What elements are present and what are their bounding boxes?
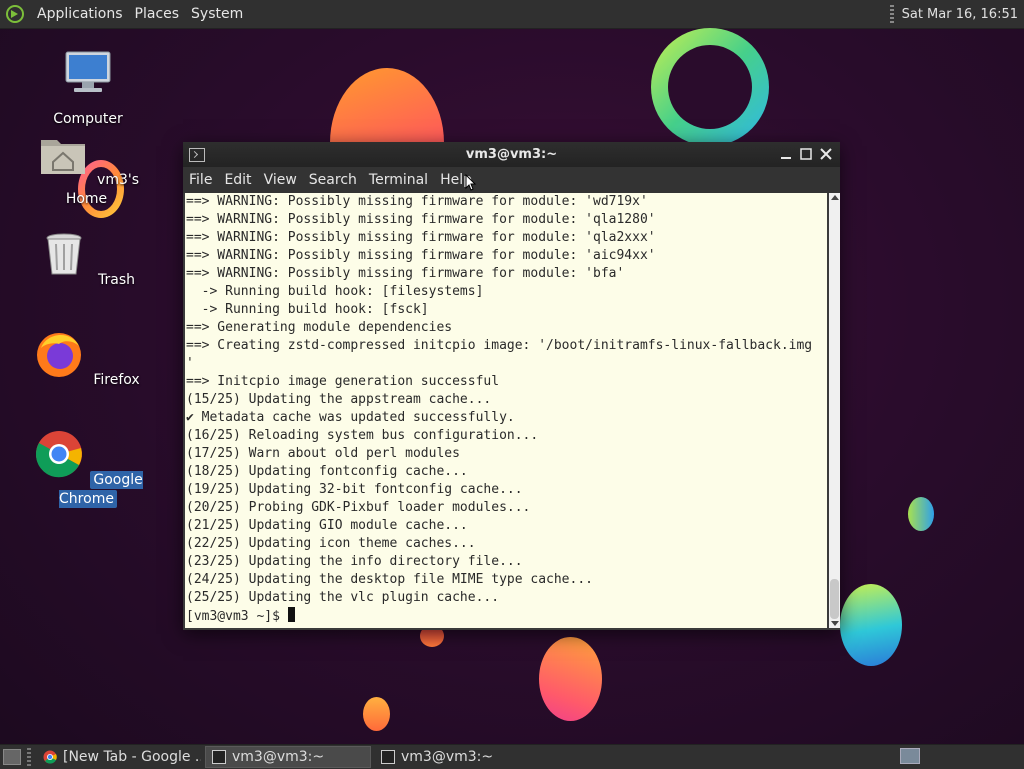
terminal-line: ==> Creating zstd-compressed initcpio im… — [186, 338, 813, 353]
terminal-output[interactable]: ==> WARNING: Possibly missing firmware f… — [185, 193, 827, 628]
desktop-icon-trash[interactable]: Trash — [33, 228, 143, 288]
workspace-switcher[interactable] — [900, 748, 920, 764]
clock-area: Sat Mar 16, 16:51 — [889, 0, 1018, 28]
terminal-line: ==> WARNING: Possibly missing firmware f… — [186, 266, 625, 281]
window-titlebar[interactable]: vm3@vm3:~ — [183, 142, 840, 167]
text-cursor — [287, 607, 295, 622]
taskbar-item-label: vm3@vm3:~ — [232, 749, 325, 765]
panel-handle[interactable] — [27, 748, 31, 766]
menu-terminal[interactable]: Terminal — [363, 172, 434, 188]
taskbar-item-terminal[interactable]: vm3@vm3:~ — [375, 746, 541, 768]
terminal-line: ==> WARNING: Possibly missing firmware f… — [186, 212, 656, 227]
mate-logo-icon[interactable] — [5, 4, 25, 24]
desktop-icon-label: Trash — [98, 272, 136, 288]
system-menu[interactable]: System — [185, 6, 249, 22]
terminal-icon[interactable] — [189, 148, 205, 162]
terminal-line: -> Running build hook: [fsck] — [186, 302, 429, 317]
terminal-line: (17/25) Warn about old perl modules — [186, 446, 460, 461]
terminal-line: (16/25) Reloading system bus configurati… — [186, 428, 539, 443]
desktop-icon-firefox[interactable]: Firefox — [33, 328, 143, 388]
chrome-icon — [43, 750, 57, 764]
close-button[interactable] — [818, 146, 834, 162]
firefox-icon — [37, 333, 82, 377]
desktop-icon-computer[interactable]: Computer — [33, 48, 143, 127]
terminal-prompt: [vm3@vm3 ~]$ — [186, 609, 288, 624]
desktop-icon-home[interactable]: vm3's Home — [33, 128, 143, 207]
terminal-line: ' — [186, 356, 194, 371]
close-icon — [820, 148, 832, 160]
wallpaper-shape — [840, 584, 902, 666]
computer-icon — [65, 51, 111, 92]
menu-search[interactable]: Search — [303, 172, 363, 188]
terminal-line: (23/25) Updating the info directory file… — [186, 554, 523, 569]
minimize-icon — [781, 157, 791, 159]
maximize-icon — [800, 148, 812, 160]
taskbar-item-terminal-active[interactable]: vm3@vm3:~ — [205, 746, 371, 768]
terminal-line: ==> Initcpio image generation successful — [186, 374, 500, 389]
terminal-icon — [381, 750, 395, 764]
taskbar-item-label: vm3@vm3:~ — [401, 749, 494, 765]
terminal-line: (22/25) Updating icon theme caches... — [186, 536, 476, 551]
wallpaper-shape — [908, 497, 934, 531]
window-title: vm3@vm3:~ — [465, 147, 558, 162]
maximize-button[interactable] — [798, 146, 814, 162]
terminal-line: (25/25) Updating the vlc plugin cache... — [186, 590, 500, 605]
clock[interactable]: Sat Mar 16, 16:51 — [902, 7, 1018, 22]
desktop-icon-chrome[interactable]: Google Chrome — [33, 428, 143, 508]
minimize-button[interactable] — [778, 146, 794, 162]
terminal-menubar: File Edit View Search Terminal Help — [183, 167, 840, 193]
places-menu[interactable]: Places — [129, 6, 186, 22]
trash-icon — [46, 233, 82, 275]
terminal-scrollbar[interactable] — [829, 193, 840, 628]
terminal-line: -> Running build hook: [filesystems] — [186, 284, 484, 299]
applications-menu[interactable]: Applications — [31, 6, 129, 22]
chrome-icon — [36, 431, 83, 478]
terminal-line: (18/25) Updating fontconfig cache... — [186, 464, 468, 479]
window-controls — [778, 146, 834, 162]
terminal-window: vm3@vm3:~ File Edit View Search Terminal… — [183, 142, 840, 630]
terminal-line: (19/25) Updating 32-bit fontconfig cache… — [186, 482, 523, 497]
menu-view[interactable]: View — [258, 172, 303, 188]
terminal-line: (15/25) Updating the appstream cache... — [186, 392, 492, 407]
wallpaper-shape — [363, 697, 390, 731]
terminal-line: ==> WARNING: Possibly missing firmware f… — [186, 248, 656, 263]
wallpaper-shape — [539, 637, 602, 721]
wallpaper-ring — [651, 28, 769, 146]
taskbar-item-label: [New Tab - Google ... — [63, 749, 201, 765]
show-desktop-button[interactable] — [3, 749, 21, 765]
menu-file[interactable]: File — [183, 172, 218, 188]
home-folder-icon — [40, 140, 85, 174]
terminal-line: (20/25) Probing GDK-Pixbuf loader module… — [186, 500, 531, 515]
terminal-line: ==> WARNING: Possibly missing firmware f… — [186, 194, 648, 209]
menu-edit[interactable]: Edit — [218, 172, 257, 188]
terminal-prompt-line[interactable]: [vm3@vm3 ~]$ — [185, 607, 827, 625]
desktop-icon-label: Computer — [53, 111, 123, 127]
scrollbar-thumb[interactable] — [830, 579, 839, 619]
panel-handle[interactable] — [889, 5, 894, 23]
terminal-line: (21/25) Updating GIO module cache... — [186, 518, 468, 533]
taskbar-item-chrome[interactable]: [New Tab - Google ... — [37, 746, 201, 768]
bottom-panel: [New Tab - Google ... vm3@vm3:~ vm3@vm3:… — [0, 744, 1024, 769]
terminal-line: ==> WARNING: Possibly missing firmware f… — [186, 230, 656, 245]
scroll-down-arrow-icon[interactable] — [831, 621, 839, 626]
scroll-up-arrow-icon[interactable] — [831, 195, 839, 200]
desktop-icon-label: Firefox — [93, 372, 140, 388]
top-panel: Applications Places System Sat Mar 16, 1… — [0, 0, 1024, 29]
terminal-icon — [212, 750, 226, 764]
terminal-line: ✔ Metadata cache was updated successfull… — [186, 410, 515, 425]
terminal-line: ==> Generating module dependencies — [186, 320, 453, 335]
terminal-line: (24/25) Updating the desktop file MIME t… — [186, 572, 593, 587]
mouse-pointer-icon — [465, 174, 477, 191]
